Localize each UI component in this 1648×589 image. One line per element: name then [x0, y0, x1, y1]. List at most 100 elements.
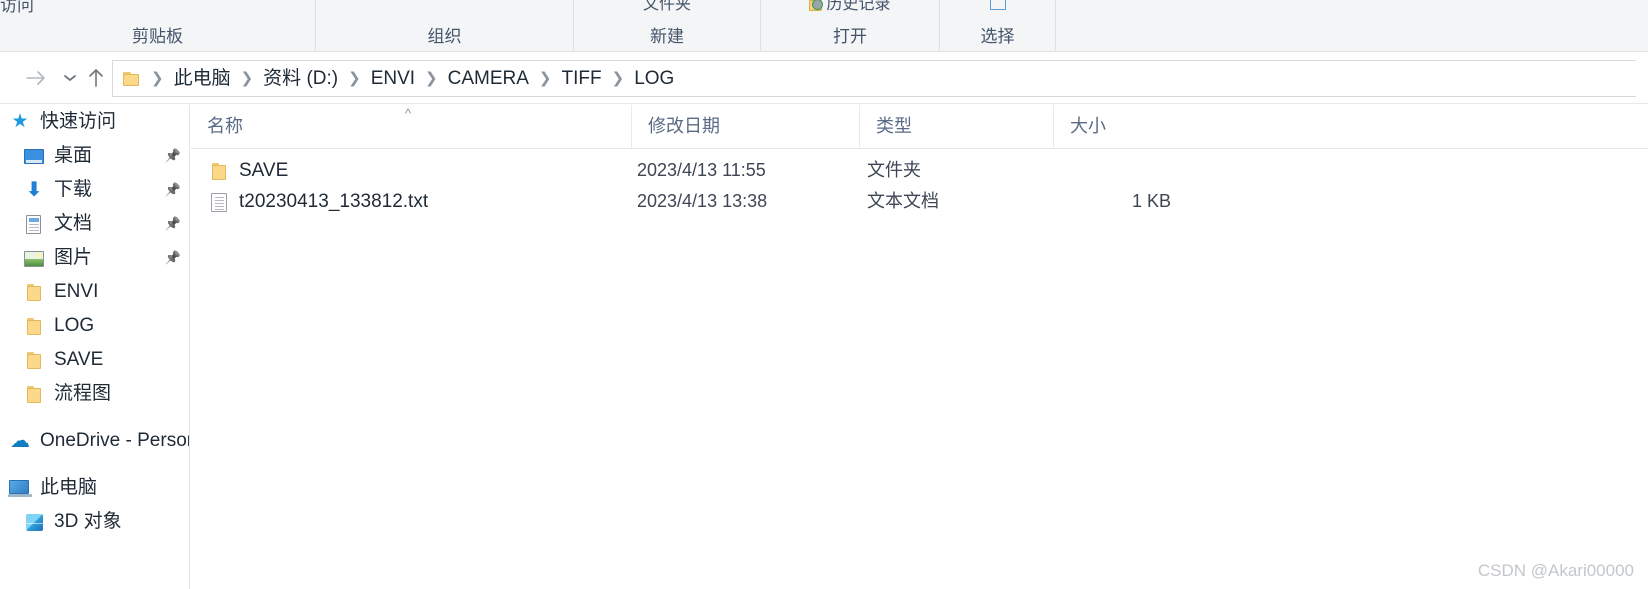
text-file-icon: [211, 192, 227, 212]
sidebar-item-label: 文档: [54, 213, 93, 234]
column-header-3[interactable]: 大小: [1053, 105, 1183, 148]
up-button[interactable]: [82, 64, 110, 92]
column-header-label: 修改日期: [648, 116, 720, 136]
ribbon-group-label: 剪贴板: [132, 27, 183, 46]
text-file-icon: [207, 191, 231, 213]
download-icon: ⬇: [22, 179, 46, 201]
breadcrumb-item-3[interactable]: CAMERA: [445, 68, 532, 90]
ribbon-group-4: 选择: [940, 0, 1056, 51]
column-header-0[interactable]: 名称 ^: [191, 105, 631, 148]
ribbon-toolbar: 访问 剪贴板 组织 文件夹 新建 历史记录 打开 选择: [0, 0, 1648, 52]
ribbon-group-label: 打开: [833, 27, 867, 46]
folder-icon: [22, 349, 46, 371]
sidebar-item-label: 3D 对象: [54, 511, 122, 532]
ribbon-group-0: 剪贴板: [0, 0, 316, 51]
column-header-label: 名称: [207, 116, 243, 136]
folder-icon: [27, 318, 42, 335]
column-header-row: 名称 ^ 修改日期 类型 大小: [191, 105, 1648, 149]
pin-icon[interactable]: 📌: [165, 216, 181, 232]
this-pc-icon: [8, 477, 32, 499]
sidebar-item-ENVI[interactable]: ENVI: [0, 275, 189, 309]
sidebar-item-SAVE[interactable]: SAVE: [0, 343, 189, 377]
sidebar-item-下载[interactable]: ⬇ 下载 📌: [0, 173, 189, 207]
new-folder-icon[interactable]: 文件夹: [574, 0, 760, 14]
breadcrumb-item-1[interactable]: 资料 (D:): [260, 68, 341, 90]
pictures-icon: [22, 247, 46, 269]
ribbon-icon-label: 历史记录: [826, 0, 891, 13]
sidebar-item-label: ENVI: [54, 281, 99, 302]
column-header-2[interactable]: 类型: [859, 105, 1053, 148]
ribbon-group-2: 文件夹 新建: [574, 0, 761, 51]
column-header-1[interactable]: 修改日期: [631, 105, 859, 148]
file-list[interactable]: SAVE 2023/4/13 11:55 文件夹 t20230413_133812.t…: [191, 149, 1648, 589]
breadcrumb-item-4[interactable]: TIFF: [559, 68, 605, 90]
sidebar-item-此电脑[interactable]: 此电脑: [0, 471, 189, 505]
sidebar-item-label: 流程图: [54, 383, 112, 404]
sidebar-item-文档[interactable]: 文档 📌: [0, 207, 189, 241]
watermark: CSDN @Akari00000: [1477, 561, 1634, 580]
sidebar-item-label: LOG: [54, 315, 95, 336]
ribbon-group-label: 选择: [980, 27, 1015, 46]
folder-icon: [123, 71, 140, 86]
sort-ascending-icon: ^: [405, 106, 412, 121]
navigation-pane[interactable]: ★ 快速访问 桌面 📌 ⬇ 下载 📌 文档 📌 图片 📌 ENVI LOG SAVE 流程图 ☁ OneDriv…: [0, 105, 190, 589]
sidebar-item-OneDrive - Personal[interactable]: ☁ OneDrive - Personal: [0, 424, 189, 458]
3d-objects-icon: [22, 511, 46, 533]
ribbon-icon-label: 文件夹: [642, 0, 691, 13]
sidebar-item-桌面[interactable]: 桌面 📌: [0, 139, 189, 173]
folder-icon: [27, 386, 42, 403]
ribbon-group-1: 组织: [316, 0, 574, 51]
breadcrumb-item-2[interactable]: ENVI: [368, 68, 418, 90]
sidebar-item-LOG[interactable]: LOG: [0, 309, 189, 343]
breadcrumb-separator: ❯: [151, 69, 164, 87]
forward-button[interactable]: [22, 64, 50, 92]
table-row[interactable]: t20230413_133812.txt 2023/4/13 13:38 文本文档 1…: [191, 186, 1648, 217]
sidebar-item-label: OneDrive - Personal: [40, 430, 189, 451]
chevron-down-icon[interactable]: [56, 64, 84, 92]
sidebar-item-图片[interactable]: 图片 📌: [0, 241, 189, 275]
folder-icon: [22, 315, 46, 337]
breadcrumb-separator: ❯: [611, 69, 625, 87]
sidebar-item-3D 对象[interactable]: 3D 对象: [0, 505, 189, 539]
sidebar-item-label: 快速访问: [40, 111, 117, 132]
file-name-cell[interactable]: SAVE: [207, 160, 288, 182]
sidebar-item-label: SAVE: [54, 349, 104, 370]
breadcrumb: ❯ 此电脑 ❯ 资料 (D:) ❯ ENVI ❯ CAMERA ❯ TIFF ❯ LOG: [144, 68, 677, 90]
sidebar-item-label: 桌面: [54, 145, 93, 166]
ribbon-group-label: 新建: [650, 27, 684, 46]
ribbon-group-3: 历史记录打开: [761, 0, 940, 51]
history-icon[interactable]: 历史记录: [761, 0, 939, 14]
this-pc-icon: [8, 480, 32, 497]
pin-icon[interactable]: 📌: [165, 148, 181, 164]
breadcrumb-item-5[interactable]: LOG: [631, 68, 677, 90]
star-icon: ★: [8, 111, 32, 133]
breadcrumb-separator: ❯: [348, 69, 361, 87]
breadcrumb-address-box[interactable]: ❯ 此电脑 ❯ 资料 (D:) ❯ ENVI ❯ CAMERA ❯ TIFF ❯ LOG: [112, 60, 1636, 97]
file-name-cell[interactable]: t20230413_133812.txt: [207, 191, 428, 213]
ribbon-group-list: 剪贴板 组织 文件夹 新建 历史记录 打开 选择: [0, 0, 1648, 51]
desktop-icon: [22, 145, 46, 167]
table-row[interactable]: SAVE 2023/4/13 11:55 文件夹: [191, 155, 1648, 186]
pictures-icon: [24, 251, 44, 267]
address-bar: ❯ 此电脑 ❯ 资料 (D:) ❯ ENVI ❯ CAMERA ❯ TIFF ❯ LOG: [0, 52, 1648, 104]
folder-icon: [22, 383, 46, 405]
breadcrumb-item-0[interactable]: 此电脑: [171, 68, 234, 90]
star-icon: ★: [11, 111, 29, 132]
pin-icon[interactable]: 📌: [165, 182, 181, 198]
file-date-cell: 2023/4/13 11:55: [637, 160, 766, 180]
3d-objects-icon: [26, 514, 43, 531]
download-icon: ⬇: [25, 179, 43, 201]
file-type-cell: 文本文档: [867, 191, 939, 211]
sidebar-item-流程图[interactable]: 流程图: [0, 377, 189, 411]
folder-icon: [27, 352, 42, 369]
folder-icon: [212, 162, 227, 180]
sidebar-item-label: 下载: [54, 179, 93, 200]
select-icon[interactable]: [940, 0, 1055, 14]
sidebar-item-label: 此电脑: [40, 477, 98, 498]
pin-icon[interactable]: 📌: [165, 250, 181, 266]
onedrive-icon: ☁: [8, 430, 32, 452]
onedrive-icon: ☁: [10, 430, 30, 452]
sidebar-item-快速访问[interactable]: ★ 快速访问: [0, 105, 189, 139]
folder-icon: [22, 281, 46, 303]
